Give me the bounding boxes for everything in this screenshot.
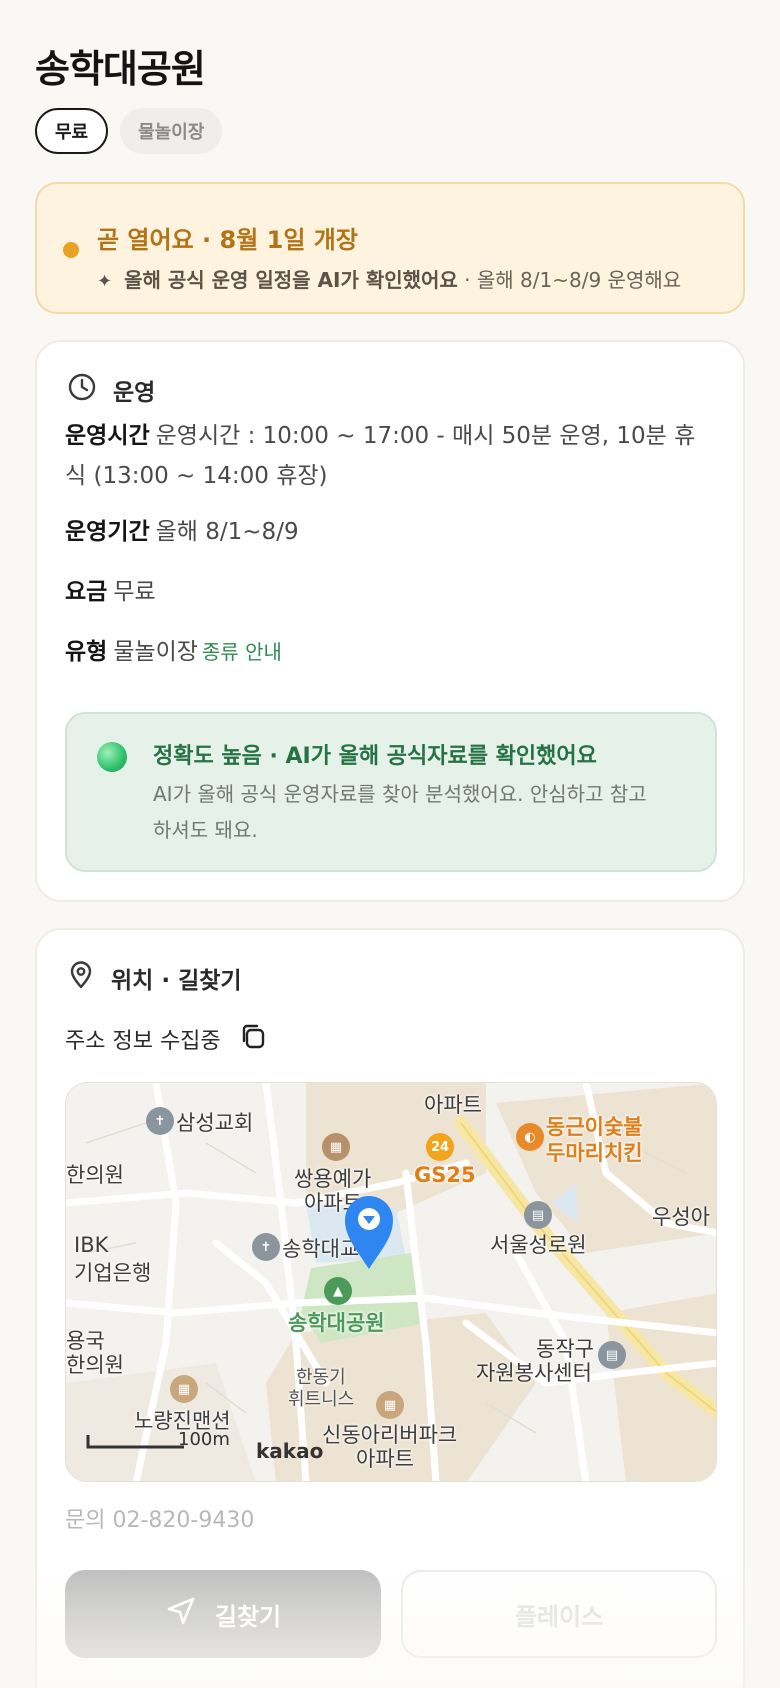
accuracy-body: AI가 올해 공식 운영자료를 찾아 분석했어요. 안심하고 참고하셔도 돼요. bbox=[153, 782, 647, 842]
location-header: 위치 · 길찾기 bbox=[67, 960, 242, 996]
row-hours: 운영시간 운영시간 : 10:00 ~ 17:00 - 매시 50분 운영, 10… bbox=[65, 416, 715, 496]
row-fee: 요금 무료 bbox=[65, 572, 715, 612]
contact-phone[interactable]: 문의 02-820-9430 bbox=[65, 1502, 254, 1534]
tag-chips: 무료 물놀이장 bbox=[35, 108, 223, 154]
period-label: 운영기간 bbox=[65, 519, 150, 545]
accuracy-headline: 정확도 높음 · AI가 올해 공식자료를 확인했어요 bbox=[153, 744, 597, 769]
location-card: 위치 · 길찾기 주소 정보 수집중 ✝ 삼성교회 아파트 ◐ 동근이숯불 두마… bbox=[35, 928, 745, 1688]
map-scale: 100m bbox=[86, 1429, 230, 1450]
type-value: 물놀이장 bbox=[113, 639, 198, 665]
map-marker-icon[interactable] bbox=[342, 1193, 396, 1273]
operation-title: 운영 bbox=[113, 380, 156, 406]
row-period: 운영기간 올해 8/1~8/9 bbox=[65, 512, 715, 552]
hours-label: 운영시간 bbox=[65, 423, 150, 449]
page: 송학대공원 무료 물놀이장 곧 열어요 · 8월 1일 개장 ✦ 올해 공식 운영… bbox=[0, 0, 780, 1688]
clock-icon bbox=[67, 372, 97, 408]
map-label-yongguk-2: 한의원 bbox=[66, 1353, 124, 1377]
restaurant-poi-icon: ◐ bbox=[516, 1123, 544, 1151]
map-view[interactable]: ✝ 삼성교회 아파트 ◐ 동근이숯불 두마리치킨 한의원 ▦ 쌍용예가 아파트 … bbox=[65, 1082, 717, 1482]
map-label-seoul-hospital: 서울성로원 bbox=[490, 1233, 587, 1257]
accuracy-box: 정확도 높음 · AI가 올해 공식자료를 확인했어요 AI가 올해 공식 운영… bbox=[65, 712, 717, 872]
map-label-clinic: 한의원 bbox=[66, 1163, 124, 1187]
directions-label: 길찾기 bbox=[214, 1602, 282, 1631]
fee-value: 무료 bbox=[113, 579, 156, 605]
map-label-usung: 우성아 bbox=[652, 1205, 710, 1229]
map-label-ibk-2: 기업은행 bbox=[74, 1261, 152, 1285]
address-row: 주소 정보 수집중 bbox=[65, 1022, 267, 1056]
notice-bold: 올해 공식 운영 일정을 AI가 확인했어요 bbox=[124, 268, 458, 292]
notice-headline: 곧 열어요 · 8월 1일 개장 bbox=[97, 226, 358, 254]
chip-water-play[interactable]: 물놀이장 bbox=[120, 108, 223, 154]
map-label-dumari: 두마리치킨 bbox=[546, 1141, 643, 1165]
navigation-arrow-icon bbox=[165, 1595, 197, 1633]
address-text: 주소 정보 수집중 bbox=[65, 1029, 221, 1054]
map-scale-label: 100m bbox=[178, 1429, 230, 1450]
period-value: 올해 8/1~8/9 bbox=[155, 519, 299, 545]
map-label-samsung-church: 삼성교회 bbox=[176, 1111, 254, 1135]
chip-free[interactable]: 무료 bbox=[35, 108, 109, 154]
building-poi-icon: ▤ bbox=[524, 1201, 552, 1229]
row-type: 유형 물놀이장 종류 안내 bbox=[65, 632, 715, 672]
operation-card: 운영 운영시간 운영시간 : 10:00 ~ 17:00 - 매시 50분 운영,… bbox=[35, 340, 745, 902]
fee-label: 요금 bbox=[65, 579, 108, 605]
sparkle-icon: ✦ bbox=[97, 271, 113, 292]
page-title: 송학대공원 bbox=[35, 47, 206, 91]
map-label-dongjak-2: 자원봉사센터 bbox=[476, 1361, 592, 1385]
directions-button[interactable]: 길찾기 bbox=[65, 1570, 381, 1658]
notice-rest: · 올해 8/1~8/9 운영해요 bbox=[457, 268, 682, 292]
type-label: 유형 bbox=[65, 639, 108, 665]
map-brand: kakao bbox=[256, 1439, 324, 1463]
church-poi-icon: ✝ bbox=[146, 1107, 174, 1135]
status-dot-icon bbox=[63, 242, 79, 258]
copy-icon[interactable] bbox=[239, 1022, 267, 1056]
apartment-poi-icon-3: ▦ bbox=[376, 1391, 404, 1419]
park-poi-icon: ▲ bbox=[324, 1277, 352, 1305]
map-label-ibk-1: IBK bbox=[74, 1233, 109, 1257]
apartment-poi-icon-2: ▦ bbox=[170, 1375, 198, 1403]
apartment-poi-icon: ▦ bbox=[322, 1133, 350, 1161]
office-poi-icon: ▤ bbox=[598, 1341, 626, 1369]
type-guide-link[interactable]: 종류 안내 bbox=[202, 640, 282, 664]
church-poi-icon-2: ✝ bbox=[252, 1233, 280, 1261]
hours-value: 운영시간 : 10:00 ~ 17:00 - 매시 50분 운영, 10분 휴식… bbox=[65, 423, 696, 489]
map-label-handong-2: 휘트니스 bbox=[288, 1389, 355, 1410]
map-label-gs25: GS25 bbox=[414, 1163, 476, 1187]
location-title: 위치 · 길찾기 bbox=[111, 968, 242, 994]
accuracy-indicator-icon bbox=[97, 742, 127, 772]
location-pin-icon bbox=[67, 960, 95, 996]
map-label-apartment-top: 아파트 bbox=[424, 1093, 482, 1117]
opening-notice: 곧 열어요 · 8월 1일 개장 ✦ 올해 공식 운영 일정을 AI가 확인했어요… bbox=[35, 182, 745, 314]
convenience-store-poi-icon: 24 bbox=[426, 1133, 454, 1161]
place-button[interactable]: 플레이스 bbox=[401, 1570, 717, 1658]
map-label-park: 송학대공원 bbox=[288, 1311, 385, 1335]
map-label-sindong-2: 아파트 bbox=[356, 1447, 414, 1471]
notice-subtext: ✦ 올해 공식 운영 일정을 AI가 확인했어요 · 올해 8/1~8/9 운영해… bbox=[97, 264, 681, 293]
operation-header: 운영 bbox=[67, 372, 155, 408]
